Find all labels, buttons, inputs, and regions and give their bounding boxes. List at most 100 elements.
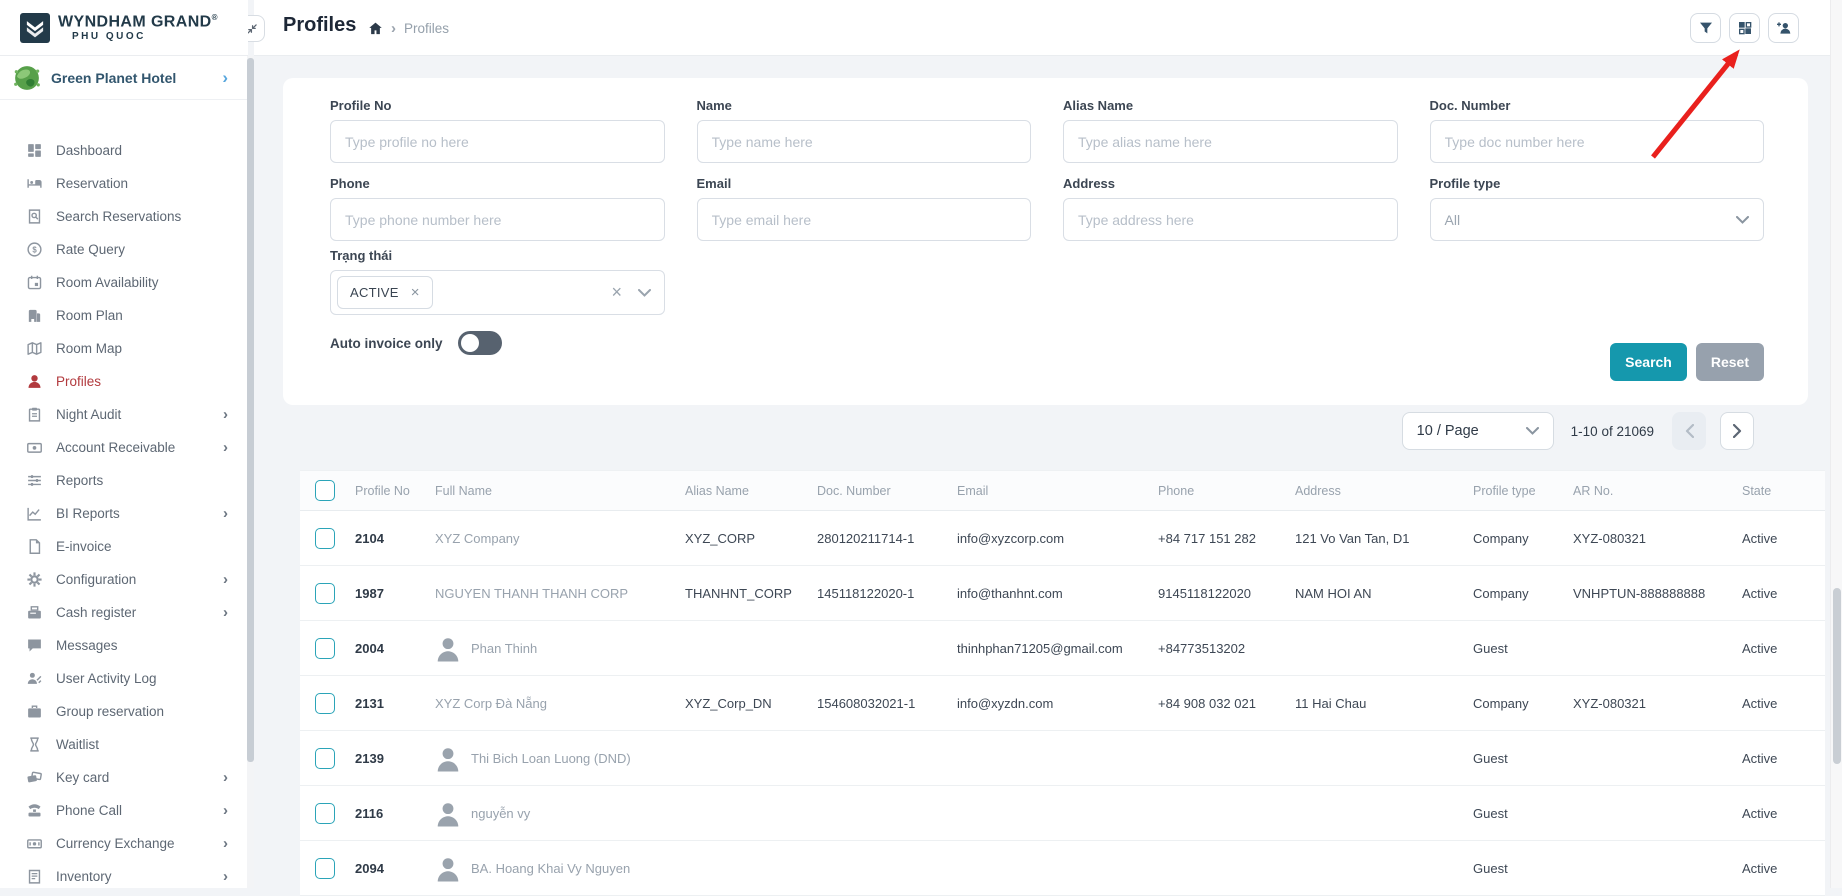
address-input[interactable] — [1063, 198, 1398, 241]
status-multiselect[interactable]: ACTIVE × × — [330, 270, 665, 315]
sidebar-item-label: Cash register — [56, 605, 223, 620]
table-row: 2131XYZ Corp Đà NẵngXYZ_Corp_DN154608032… — [300, 676, 1825, 731]
sidebar-item-dashboard[interactable]: Dashboard — [0, 134, 248, 167]
chevron-right-icon: › — [223, 770, 228, 785]
sidebar-item-phone-call[interactable]: Phone Call› — [0, 794, 248, 827]
sidebar-scrollbar-thumb[interactable] — [247, 58, 254, 762]
sidebar-item-label: E-invoice — [56, 539, 228, 554]
filter-toggle-button[interactable] — [1690, 13, 1721, 43]
cell-profile-no: 1987 — [355, 586, 435, 601]
card-view-button[interactable] — [1729, 13, 1760, 43]
sidebar-item-night-audit[interactable]: Night Audit› — [0, 398, 248, 431]
sidebar-scrollbar[interactable] — [247, 56, 254, 888]
sidebar-item-room-availability[interactable]: Room Availability — [0, 266, 248, 299]
sidebar-item-currency-exchange[interactable]: Currency Exchange› — [0, 827, 248, 860]
sidebar-item-profiles[interactable]: Profiles — [0, 365, 248, 398]
select-all-checkbox[interactable] — [315, 480, 335, 501]
sidebar-item-user-activity-log[interactable]: User Activity Log — [0, 662, 248, 695]
cell-profile-type: Company — [1473, 586, 1573, 601]
chevron-down-icon[interactable] — [638, 289, 651, 297]
checkbox-cell — [300, 480, 355, 501]
profile-name-link[interactable]: Phan Thinh — [471, 641, 537, 656]
cell-full-name: nguyễn vy — [435, 800, 685, 827]
home-icon[interactable] — [368, 21, 383, 36]
sidebar-item-e-invoice[interactable]: E-invoice — [0, 530, 248, 563]
guest-avatar — [435, 855, 461, 882]
sidebar-item-bi-reports[interactable]: BI Reports› — [0, 497, 248, 530]
previous-page-button[interactable] — [1672, 412, 1706, 450]
profile-type-value: All — [1445, 212, 1461, 228]
sidebar-item-rate-query[interactable]: $Rate Query — [0, 233, 248, 266]
chip-remove-icon[interactable]: × — [411, 284, 420, 301]
reset-button[interactable]: Reset — [1696, 343, 1764, 381]
row-checkbox[interactable] — [315, 693, 335, 714]
sidebar-item-reports[interactable]: Reports — [0, 464, 248, 497]
svg-text:$: $ — [32, 245, 37, 254]
column-header-phone: Phone — [1158, 484, 1295, 498]
cell-address: NAM HOI AN — [1295, 586, 1473, 601]
profile-name-link[interactable]: Thi Bich Loan Luong (DND) — [471, 751, 631, 766]
chevron-down-icon — [1526, 427, 1539, 435]
chevron-right-icon: › — [223, 572, 228, 587]
chevron-right-icon: › — [223, 407, 228, 422]
page-size-select[interactable]: 10 / Page — [1402, 412, 1554, 450]
page-scrollbar[interactable] — [1830, 0, 1842, 888]
profile-type-select[interactable]: All — [1430, 198, 1765, 241]
cell-profile-type: Guest — [1473, 751, 1573, 766]
main-content: Profile No Name Alias Name Doc. Number P… — [254, 56, 1830, 888]
column-header-address: Address — [1295, 484, 1473, 498]
name-input[interactable] — [697, 120, 1032, 163]
status-chip-active: ACTIVE × — [337, 276, 433, 309]
cell-profile-type: Company — [1473, 696, 1573, 711]
row-checkbox[interactable] — [315, 638, 335, 659]
email-input[interactable] — [697, 198, 1032, 241]
auto-invoice-toggle[interactable] — [458, 331, 502, 355]
alias-name-input[interactable] — [1063, 120, 1398, 163]
sidebar-item-label: BI Reports — [56, 506, 223, 521]
row-checkbox[interactable] — [315, 583, 335, 604]
sidebar-item-key-card[interactable]: Key card› — [0, 761, 248, 794]
add-profile-button[interactable] — [1768, 13, 1799, 43]
profile-no-input[interactable] — [330, 120, 665, 163]
sidebar-item-search-reservations[interactable]: Search Reservations — [0, 200, 248, 233]
hotel-selector[interactable]: Green Planet Hotel › — [0, 56, 248, 100]
wyndham-logo-icon — [20, 13, 50, 43]
sidebar-item-configuration[interactable]: Configuration› — [0, 563, 248, 596]
sidebar-item-room-map[interactable]: Room Map — [0, 332, 248, 365]
sidebar-item-account-receivable[interactable]: Account Receivable› — [0, 431, 248, 464]
cell-phone: +84 717 151 282 — [1158, 531, 1295, 546]
row-checkbox[interactable] — [315, 858, 335, 879]
cell-alias-name: XYZ_Corp_DN — [685, 696, 817, 711]
profile-name-link[interactable]: nguyễn vy — [471, 806, 530, 821]
next-page-button[interactable] — [1720, 412, 1754, 450]
row-checkbox[interactable] — [315, 803, 335, 824]
cell-email: thinhphan71205@gmail.com — [957, 641, 1158, 656]
sidebar-item-reservation[interactable]: Reservation — [0, 167, 248, 200]
sidebar-item-label: Room Availability — [56, 275, 228, 290]
sidebar-item-label: Reservation — [56, 176, 228, 191]
cell-profile-type: Guest — [1473, 806, 1573, 821]
doc-number-input[interactable] — [1430, 120, 1765, 163]
sidebar-item-label: Phone Call — [56, 803, 223, 818]
brand-logo: WYNDHAM GRAND® PHU QUOC — [0, 0, 248, 56]
sidebar-item-messages[interactable]: Messages — [0, 629, 248, 662]
sidebar-item-group-reservation[interactable]: Group reservation — [0, 695, 248, 728]
profile-name-link[interactable]: BA. Hoang Khai Vy Nguyen — [471, 861, 630, 876]
sidebar-item-inventory[interactable]: Inventory› — [0, 860, 248, 893]
page-scrollbar-thumb[interactable] — [1833, 588, 1841, 764]
cell-state: Active — [1742, 751, 1825, 766]
phone-input[interactable] — [330, 198, 665, 241]
bed-icon — [26, 175, 43, 192]
clear-select-icon[interactable]: × — [611, 282, 622, 303]
sidebar-item-waitlist[interactable]: Waitlist — [0, 728, 248, 761]
profile-name-link[interactable]: XYZ Company — [435, 531, 520, 546]
key-card-icon — [26, 769, 43, 786]
search-button[interactable]: Search — [1610, 343, 1687, 381]
email-label: Email — [697, 176, 1032, 191]
sidebar-item-cash-register[interactable]: Cash register› — [0, 596, 248, 629]
row-checkbox[interactable] — [315, 748, 335, 769]
profile-name-link[interactable]: NGUYEN THANH THANH CORP — [435, 586, 628, 601]
profile-name-link[interactable]: XYZ Corp Đà Nẵng — [435, 696, 547, 711]
sidebar-item-room-plan[interactable]: Room Plan — [0, 299, 248, 332]
row-checkbox[interactable] — [315, 528, 335, 549]
